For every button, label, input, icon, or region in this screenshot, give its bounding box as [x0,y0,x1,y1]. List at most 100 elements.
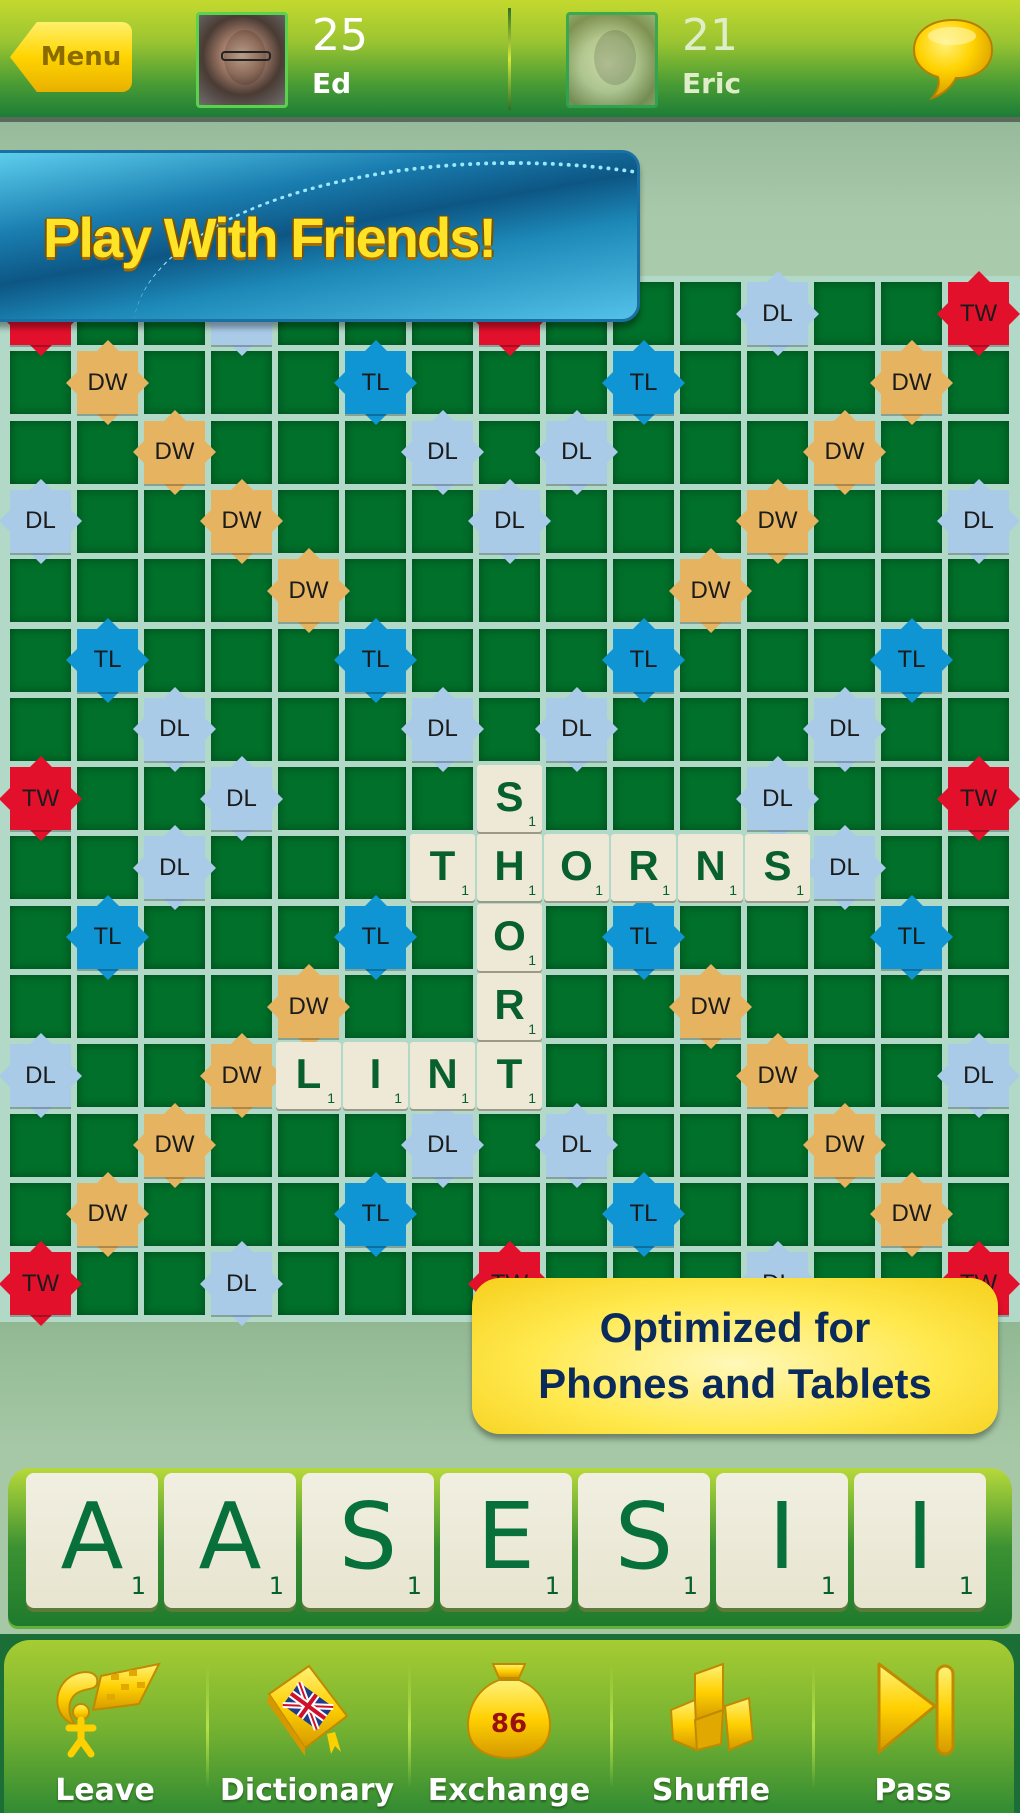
premium-square-dw[interactable]: DW [747,1044,808,1108]
board-square[interactable] [412,1182,473,1246]
board-square[interactable] [747,697,808,761]
board-square[interactable] [680,282,741,345]
premium-square-tw[interactable]: TW [10,1252,71,1316]
premium-square-dw[interactable]: DW [77,1182,138,1246]
board-square[interactable] [144,767,205,831]
board-square[interactable] [211,1182,272,1246]
board-square[interactable] [144,975,205,1038]
board-square[interactable] [278,1182,339,1246]
board-square[interactable] [278,1113,339,1177]
board-square[interactable] [144,1252,205,1316]
board-square[interactable] [881,697,942,761]
board-square[interactable] [77,1044,138,1108]
board-square[interactable] [211,836,272,900]
board-square[interactable] [747,975,808,1038]
rack-tile[interactable]: I1 [716,1473,848,1608]
premium-square-dl[interactable]: DL [747,282,808,345]
board-square[interactable] [948,905,1009,969]
board-square[interactable] [546,351,607,415]
rack-tile[interactable]: A1 [164,1473,296,1608]
premium-square-dw[interactable]: DW [144,420,205,484]
board-square[interactable] [613,1044,674,1108]
board-square[interactable] [479,1113,540,1177]
premium-square-dl[interactable]: DL [747,767,808,831]
premium-square-dw[interactable]: DW [814,420,875,484]
premium-square-dl[interactable]: DL [412,420,473,484]
board-square[interactable] [77,420,138,484]
board-square[interactable] [747,351,808,415]
leave-button[interactable]: Leave [4,1640,206,1813]
board-square[interactable] [546,975,607,1038]
board-square[interactable] [412,351,473,415]
shuffle-button[interactable]: Shuffle [610,1640,812,1813]
premium-square-dl[interactable]: DL [10,489,71,553]
board-square[interactable] [680,697,741,761]
board-square[interactable] [345,836,406,900]
premium-square-tl[interactable]: TL [345,1182,406,1246]
board-square[interactable] [613,420,674,484]
rack-tile[interactable]: S1 [302,1473,434,1608]
board-square[interactable] [144,351,205,415]
board-square[interactable] [77,767,138,831]
board-square[interactable] [881,767,942,831]
board-square[interactable] [479,697,540,761]
board-square[interactable] [278,1252,339,1316]
board-square[interactable] [211,628,272,692]
board-square[interactable] [814,1044,875,1108]
board-square[interactable] [747,905,808,969]
board-square[interactable] [412,1252,473,1316]
premium-square-tw[interactable]: TW [948,282,1009,345]
board-square[interactable] [948,836,1009,900]
board-square[interactable] [546,489,607,553]
board-square[interactable] [345,559,406,623]
premium-square-tl[interactable]: TL [345,628,406,692]
premium-square-dw[interactable]: DW [278,559,339,623]
board-square[interactable] [680,767,741,831]
board-square[interactable] [345,489,406,553]
board-square[interactable] [211,559,272,623]
board-square[interactable] [814,905,875,969]
board-square[interactable] [814,1182,875,1246]
dictionary-button[interactable]: Dictionary [206,1640,408,1813]
pass-button[interactable]: Pass [812,1640,1014,1813]
board-square[interactable] [546,767,607,831]
premium-square-dw[interactable]: DW [881,351,942,415]
premium-square-tl[interactable]: TL [881,905,942,969]
premium-square-dw[interactable]: DW [211,1044,272,1108]
board-square[interactable] [211,420,272,484]
board-square[interactable] [278,351,339,415]
premium-square-dw[interactable]: DW [814,1113,875,1177]
premium-square-dw[interactable]: DW [680,559,741,623]
board-square[interactable] [814,489,875,553]
board-square[interactable] [747,628,808,692]
board-square[interactable] [77,559,138,623]
board-square[interactable] [77,1113,138,1177]
board-square[interactable] [881,559,942,623]
premium-square-dl[interactable]: DL [948,1044,1009,1108]
board-square[interactable] [77,489,138,553]
board-square[interactable] [278,905,339,969]
board-square[interactable] [345,975,406,1038]
premium-square-dw[interactable]: DW [144,1113,205,1177]
rack-tile[interactable]: E1 [440,1473,572,1608]
board-square[interactable] [814,351,875,415]
board-square[interactable] [680,905,741,969]
board-square[interactable] [278,836,339,900]
board-square[interactable] [613,559,674,623]
board-square[interactable] [680,628,741,692]
rack-tile[interactable]: A1 [26,1473,158,1608]
board-square[interactable] [77,975,138,1038]
board-square[interactable] [211,1113,272,1177]
board-square[interactable] [747,559,808,623]
board-square[interactable] [278,489,339,553]
board-square[interactable] [77,836,138,900]
board-square[interactable] [479,1182,540,1246]
premium-square-dw[interactable]: DW [881,1182,942,1246]
board-square[interactable] [10,628,71,692]
board-square[interactable] [948,559,1009,623]
board-square[interactable] [412,628,473,692]
board-square[interactable] [948,351,1009,415]
premium-square-dl[interactable]: DL [412,697,473,761]
board-square[interactable] [680,1182,741,1246]
chat-button[interactable] [910,14,996,104]
